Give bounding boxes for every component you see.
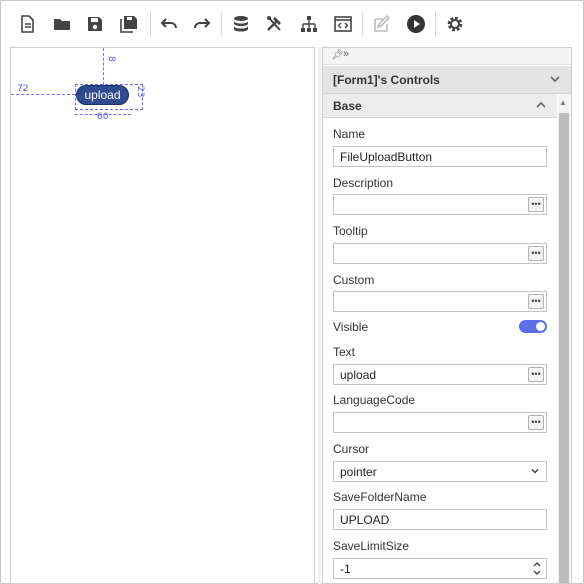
cursor-select[interactable]: pointer bbox=[333, 461, 547, 482]
top-guide-line bbox=[103, 48, 104, 85]
save-all-icon[interactable] bbox=[117, 12, 141, 36]
new-file-icon[interactable] bbox=[15, 12, 39, 36]
toggle-knob bbox=[536, 322, 545, 331]
height-label: 23 bbox=[135, 86, 145, 98]
visible-toggle[interactable] bbox=[519, 320, 547, 333]
code-icon[interactable] bbox=[331, 12, 355, 36]
settings-icon[interactable] bbox=[443, 12, 467, 36]
savelimitsize-label: SaveLimitSize bbox=[333, 539, 410, 553]
languagecode-ellipsis-button[interactable]: ••• bbox=[528, 415, 544, 430]
save-icon[interactable] bbox=[83, 12, 107, 36]
text-input[interactable]: upload ••• bbox=[333, 364, 547, 385]
cursor-value: pointer bbox=[340, 465, 377, 479]
left-distance-label: 72 bbox=[17, 84, 29, 94]
properties-panel: 📌︎ » [Form1]'s Controls Base ▲ Name File… bbox=[322, 47, 572, 584]
top-distance-label: 8 bbox=[106, 56, 116, 62]
savefoldername-value: UPLOAD bbox=[340, 513, 390, 527]
toolbar-separator bbox=[362, 12, 363, 36]
visible-label: Visible bbox=[333, 320, 369, 334]
description-ellipsis-button[interactable]: ••• bbox=[528, 197, 544, 212]
languagecode-input[interactable]: ••• bbox=[333, 412, 547, 433]
edit-icon[interactable] bbox=[370, 12, 394, 36]
double-chevron-right-icon[interactable]: » bbox=[343, 48, 349, 60]
chevron-up-icon[interactable] bbox=[535, 99, 547, 111]
text-label: Text bbox=[333, 345, 356, 359]
savelimitsize-input[interactable]: -1 bbox=[333, 558, 547, 579]
base-section-header[interactable]: Base bbox=[323, 94, 557, 118]
tooltip-input[interactable]: ••• bbox=[333, 243, 547, 264]
custom-ellipsis-button[interactable]: ••• bbox=[528, 294, 544, 309]
toolbar-separator bbox=[150, 12, 151, 36]
chevron-down-icon[interactable] bbox=[530, 466, 540, 476]
text-ellipsis-button[interactable]: ••• bbox=[528, 367, 544, 382]
scroll-up-icon[interactable]: ▲ bbox=[559, 98, 567, 107]
cursor-label: Cursor bbox=[333, 442, 370, 456]
panel-toolbar: 📌︎ » bbox=[323, 48, 571, 65]
panel-splitter[interactable] bbox=[318, 47, 321, 584]
tooltip-ellipsis-button[interactable]: ••• bbox=[528, 246, 544, 261]
text-value: upload bbox=[340, 368, 377, 382]
tools-icon[interactable] bbox=[262, 12, 286, 36]
savelimitsize-value: -1 bbox=[340, 562, 351, 576]
left-guide-line bbox=[11, 94, 75, 95]
controls-header[interactable]: [Form1]'s Controls bbox=[323, 66, 571, 94]
description-label: Description bbox=[333, 176, 394, 190]
savefoldername-label: SaveFolderName bbox=[333, 490, 427, 504]
spinner-arrows-icon[interactable] bbox=[532, 560, 542, 577]
play-icon[interactable] bbox=[404, 12, 428, 36]
width-label: 60 bbox=[97, 112, 109, 122]
upload-button-control[interactable]: upload bbox=[76, 85, 129, 105]
name-input[interactable]: FileUploadButton bbox=[333, 146, 547, 167]
toolbar bbox=[0, 0, 584, 48]
chevron-down-icon[interactable] bbox=[549, 73, 561, 85]
name-label: Name bbox=[333, 127, 366, 141]
scrollbar-thumb[interactable] bbox=[559, 113, 569, 583]
base-section-title: Base bbox=[333, 98, 362, 113]
controls-header-title: [Form1]'s Controls bbox=[333, 72, 440, 87]
database-icon[interactable] bbox=[229, 12, 253, 36]
description-input[interactable]: ••• bbox=[333, 194, 547, 215]
languagecode-label: LanguageCode bbox=[333, 393, 416, 407]
toolbar-separator bbox=[221, 12, 222, 36]
tooltip-label: Tooltip bbox=[333, 224, 368, 238]
toolbar-separator bbox=[435, 12, 436, 36]
undo-icon[interactable] bbox=[157, 12, 181, 36]
name-value: FileUploadButton bbox=[340, 150, 433, 164]
custom-input[interactable]: ••• bbox=[333, 291, 547, 312]
pin-icon[interactable]: 📌︎ bbox=[331, 50, 344, 61]
hierarchy-icon[interactable] bbox=[297, 12, 321, 36]
design-canvas[interactable]: 8 72 upload 23 60 bbox=[10, 47, 315, 584]
open-folder-icon[interactable] bbox=[50, 12, 74, 36]
redo-icon[interactable] bbox=[190, 12, 214, 36]
custom-label: Custom bbox=[333, 273, 375, 287]
savefoldername-input[interactable]: UPLOAD bbox=[333, 509, 547, 530]
